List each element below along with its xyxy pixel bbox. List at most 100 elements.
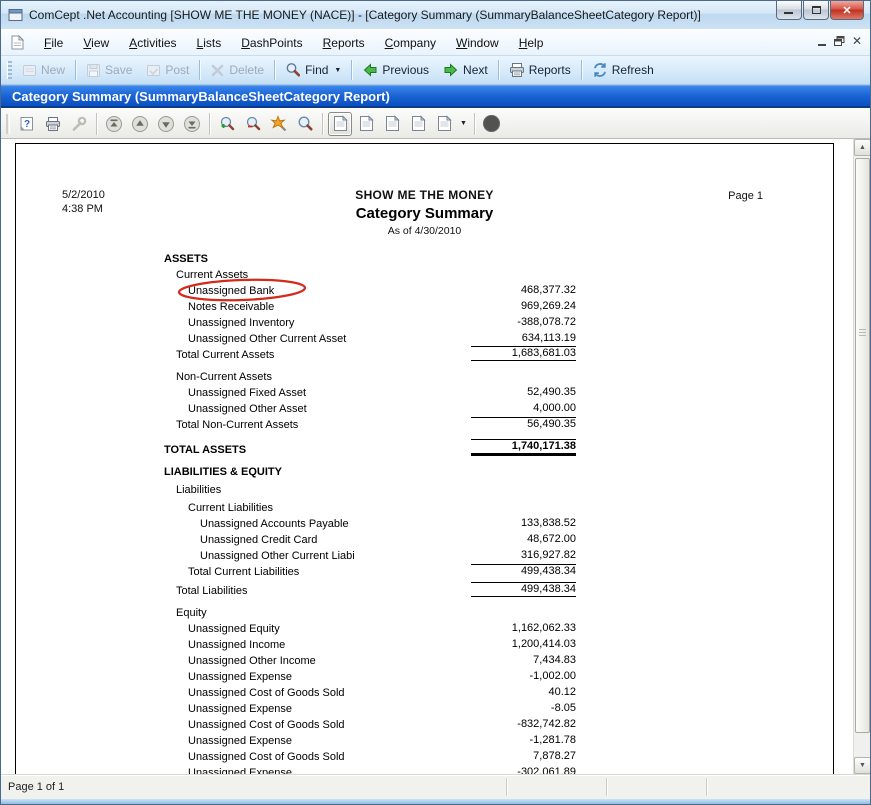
title-bar: ComCept .Net Accounting [SHOW ME THE MON…: [1, 1, 870, 29]
mdi-minimize-button[interactable]: [818, 37, 827, 46]
report-row-value: -1,002.00: [471, 670, 576, 683]
report-row-value: 7,434.83: [471, 654, 576, 667]
print-icon[interactable]: [41, 112, 65, 136]
report-row: Unassigned Inventory-388,078.72: [164, 313, 576, 329]
report-page: 5/2/2010 4:38 PM SHOW ME THE MONEY Categ…: [15, 143, 834, 774]
report-row: Unassigned Expense-1,281.78: [164, 731, 576, 747]
reports-button[interactable]: Reports: [502, 59, 578, 81]
menu-help[interactable]: Help: [509, 32, 554, 54]
status-divider: [506, 778, 507, 796]
report-row: Notes Receivable969,269.24: [164, 297, 576, 313]
toolbar-button-label: Next: [463, 63, 488, 77]
next-page-icon[interactable]: [154, 112, 178, 136]
page-view-4-icon[interactable]: [406, 112, 430, 136]
report-row-label: Unassigned Cost of Goods Sold: [164, 719, 471, 731]
menu-lists[interactable]: Lists: [187, 32, 232, 54]
svg-text:?: ?: [24, 119, 30, 130]
page-view-3-icon[interactable]: [380, 112, 404, 136]
menu-activities[interactable]: Activities: [119, 32, 186, 54]
report-row: Unassigned Fixed Asset52,490.35: [164, 383, 576, 399]
toolbar-button-label: Find: [305, 63, 328, 77]
report-row-value: -8.05: [471, 702, 576, 715]
report-row-value: 1,740,171.38: [471, 439, 576, 456]
page-view-5-icon[interactable]: [432, 112, 456, 136]
zoom-out-icon[interactable]: [241, 112, 265, 136]
report-row-value: -832,742.82: [471, 718, 576, 731]
window-frame-bottom: [1, 799, 870, 804]
previous-icon: [362, 62, 378, 78]
menu-company[interactable]: Company: [375, 32, 446, 54]
page-view-dropdown[interactable]: ▼: [460, 120, 467, 127]
report-toolbar-separator: [322, 113, 323, 135]
next-icon: [443, 62, 459, 78]
toolbar-grip[interactable]: [7, 61, 12, 79]
save-button: Save: [79, 60, 139, 81]
report-row-value: 40.12: [471, 686, 576, 699]
report-row: Non-Current Assets: [164, 367, 576, 383]
zoom-wizard-icon[interactable]: [267, 112, 291, 136]
dropdown-caret-icon[interactable]: ▼: [334, 67, 341, 74]
report-company-name: SHOW ME THE MONEY: [16, 188, 833, 202]
minimize-button[interactable]: [776, 1, 802, 20]
toolbar-button-label: Previous: [382, 63, 429, 77]
report-row-value: 634,113.19: [471, 332, 576, 345]
magnifier-icon[interactable]: [293, 112, 317, 136]
menu-dashpoints[interactable]: DashPoints: [231, 32, 312, 54]
report-row-value: 316,927.82: [471, 549, 576, 562]
report-toolbar-grip[interactable]: [6, 114, 10, 134]
delete-icon: [210, 63, 225, 78]
scroll-down-button[interactable]: ▼: [854, 757, 870, 774]
report-row-label: Equity: [164, 607, 471, 619]
stop-icon[interactable]: [480, 112, 504, 136]
next-button[interactable]: Next: [436, 59, 495, 81]
report-row-value: 1,162,062.33: [471, 622, 576, 635]
report-row-label: Current Assets: [164, 269, 471, 281]
mdi-restore-button[interactable]: [834, 36, 845, 46]
report-toolbar-separator: [96, 113, 97, 135]
document-icon: [11, 35, 24, 50]
report-row: Unassigned Other Current Asset634,113.19: [164, 329, 576, 345]
toolbar-button-label: Delete: [229, 63, 264, 77]
scrollbar-thumb[interactable]: [855, 158, 870, 733]
previous-page-icon[interactable]: [128, 112, 152, 136]
report-row: Unassigned Cost of Goods Sold-832,742.82: [164, 715, 576, 731]
refresh-button[interactable]: Refresh: [585, 59, 661, 81]
report-toolbar: ?▼: [1, 108, 870, 139]
single-page-view-icon[interactable]: [328, 112, 352, 136]
report-row-label: Unassigned Income: [164, 639, 471, 651]
report-row: TOTAL ASSETS1,740,171.38: [164, 440, 576, 456]
menu-file[interactable]: File: [34, 32, 73, 54]
report-row-label: Unassigned Fixed Asset: [164, 387, 471, 399]
scroll-up-button[interactable]: ▲: [854, 139, 870, 156]
report-row: Unassigned Expense-302,061.89: [164, 763, 576, 774]
report-row-value: 969,269.24: [471, 300, 576, 313]
toolbar-separator: [581, 60, 582, 80]
zoom-in-icon[interactable]: [215, 112, 239, 136]
find-button[interactable]: Find ▼: [278, 59, 348, 81]
report-row-label: TOTAL ASSETS: [164, 444, 471, 456]
new-icon: [22, 63, 37, 78]
first-page-icon[interactable]: [102, 112, 126, 136]
application-window: ComCept .Net Accounting [SHOW ME THE MON…: [0, 0, 871, 805]
app-icon: [8, 8, 23, 22]
report-row: Unassigned Other Current Liabi316,927.82: [164, 546, 576, 562]
report-caption-bar: Category Summary (SummaryBalanceSheetCat…: [1, 85, 870, 108]
last-page-icon[interactable]: [180, 112, 204, 136]
close-button[interactable]: ✕: [830, 1, 864, 20]
mdi-close-button[interactable]: ✕: [852, 35, 862, 47]
previous-button[interactable]: Previous: [355, 59, 436, 81]
toolbar-separator: [498, 60, 499, 80]
report-row: Unassigned Equity1,162,062.33: [164, 619, 576, 635]
report-row-value: 52,490.35: [471, 386, 576, 399]
help-icon[interactable]: ?: [15, 112, 39, 136]
page-view-2-icon[interactable]: [354, 112, 378, 136]
menu-view[interactable]: View: [73, 32, 119, 54]
menu-reports[interactable]: Reports: [313, 32, 375, 54]
report-row-label: Non-Current Assets: [164, 371, 471, 383]
report-row-value: 468,377.32: [471, 284, 576, 297]
report-row: Unassigned Cost of Goods Sold40.12: [164, 683, 576, 699]
maximize-button[interactable]: [803, 1, 829, 20]
vertical-scrollbar[interactable]: ▲ ▼: [853, 139, 870, 774]
report-row: Unassigned Expense-8.05: [164, 699, 576, 715]
menu-window[interactable]: Window: [446, 32, 509, 54]
